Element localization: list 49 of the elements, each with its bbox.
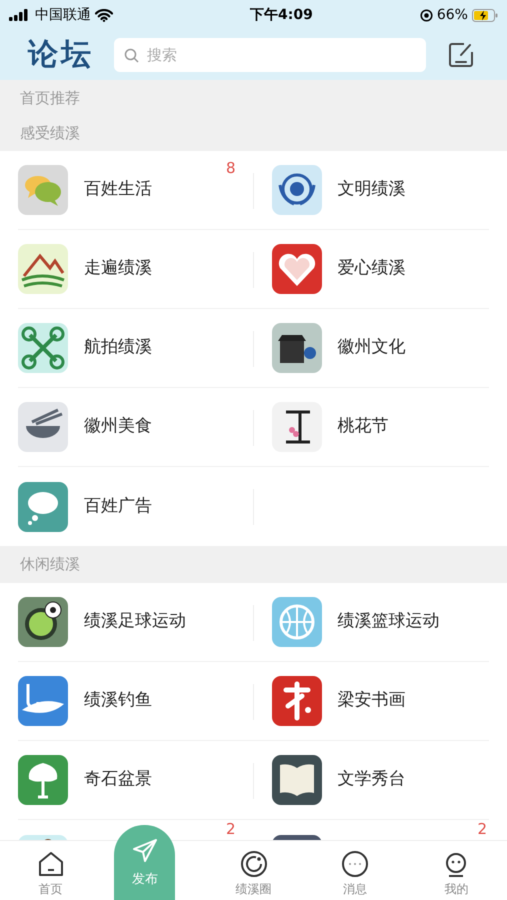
battery-percent: 66% — [436, 6, 468, 24]
forum-board-label[interactable]: 绩溪足球运动 — [84, 608, 186, 634]
forum-board-label[interactable]: 文明绩溪 — [338, 177, 406, 203]
tab-bar-item[interactable]: 我的 — [406, 841, 507, 900]
fish-icon — [18, 676, 68, 726]
tab-bar-item[interactable]: 消息 — [304, 841, 406, 900]
basketball-icon — [272, 596, 322, 646]
forum-board-label[interactable]: 徽州美食 — [84, 414, 152, 440]
emblem-icon — [272, 165, 322, 215]
unread-count: 2 — [226, 822, 236, 836]
forum-board-label[interactable]: 桃花节 — [338, 414, 388, 440]
battery-icon — [472, 8, 498, 22]
forum-board-label[interactable]: 航拍绩溪 — [84, 335, 152, 361]
section-title: 感受绩溪 — [20, 124, 80, 142]
unread-count: 2 — [477, 822, 487, 836]
forum-board-label[interactable]: 爱心绩溪 — [338, 256, 406, 282]
search-field[interactable]: 搜索 — [114, 38, 426, 72]
building-icon — [272, 323, 322, 373]
section-title: 休闲绩溪 — [20, 555, 80, 573]
brush-stroke-icon — [272, 676, 322, 726]
wifi-icon — [95, 8, 113, 22]
forum-board-label[interactable]: 百姓生活 — [84, 177, 152, 203]
book-icon — [272, 754, 322, 804]
forum-board-label[interactable]: 奇石盆景 — [84, 766, 152, 792]
forum-board-label[interactable]: 徽州文化 — [338, 335, 406, 361]
drone-icon — [18, 323, 68, 373]
home-icon — [36, 850, 65, 878]
forum-board-label[interactable]: 百姓广告 — [84, 494, 152, 520]
forum-title: 论坛 — [28, 40, 94, 70]
forum-board-label[interactable]: 绩溪篮球运动 — [338, 608, 440, 634]
forum-board-label[interactable]: 梁安书画 — [338, 688, 406, 714]
chat-bubble-icon — [340, 850, 369, 878]
section-title: 首页推荐 — [20, 89, 80, 107]
status-time: 下午4:09 — [250, 6, 313, 24]
carrier-name: 中国联通 — [35, 6, 91, 24]
tab-bar-item[interactable]: 首页 — [0, 841, 102, 900]
unread-count: 8 — [226, 161, 236, 176]
camera-lens-icon — [240, 850, 268, 878]
forum-board-label[interactable]: 走遍绩溪 — [84, 256, 152, 282]
compose-icon[interactable] — [448, 42, 474, 68]
orientation-lock-icon — [420, 8, 433, 22]
bowl-icon — [18, 402, 68, 452]
football-icon — [18, 596, 68, 646]
chat-bubbles-icon — [18, 165, 68, 215]
forum-board-label[interactable]: 绩溪钓鱼 — [84, 688, 152, 714]
tree-icon — [18, 754, 68, 804]
forum-board-label[interactable]: 文学秀台 — [338, 766, 406, 792]
paper-plane-icon — [132, 838, 158, 864]
speech-bubble-icon — [18, 482, 68, 532]
